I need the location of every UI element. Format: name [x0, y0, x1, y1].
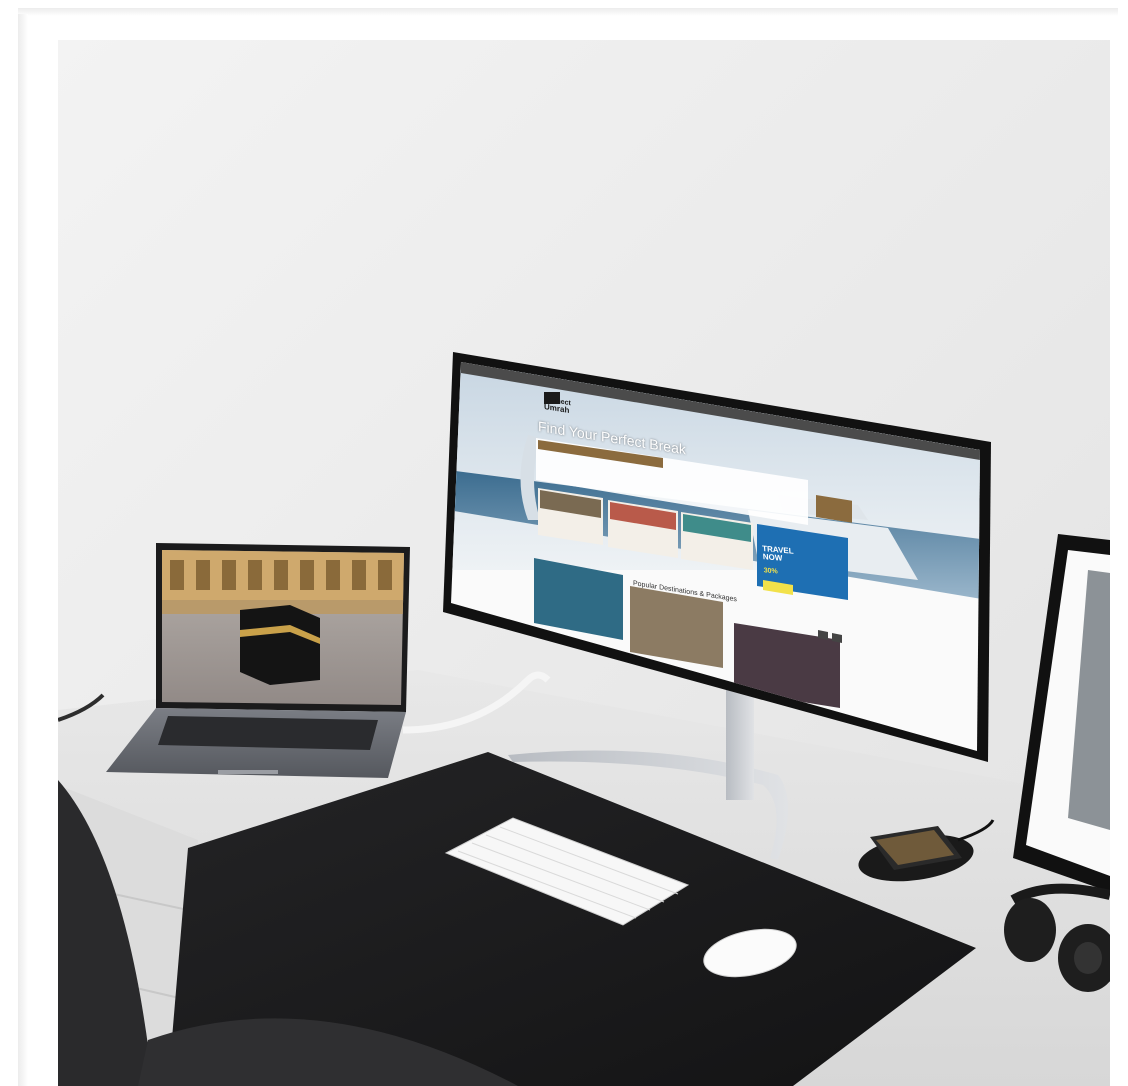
desk-setup-photo: connect Umrah Find Your Perfect Break Po…: [58, 40, 1110, 1086]
page-frame: connect Umrah Find Your Perfect Break Po…: [0, 0, 1128, 1086]
laptop-screen-kaaba: [162, 550, 404, 705]
photo-illustration: [58, 40, 1110, 1086]
monitor-stand-neck: [726, 690, 754, 800]
frame-shadow-top: [18, 8, 1118, 16]
site-promo-banner: TRAVEL NOW 30%: [762, 544, 795, 577]
frame-shadow-left: [18, 14, 28, 1086]
